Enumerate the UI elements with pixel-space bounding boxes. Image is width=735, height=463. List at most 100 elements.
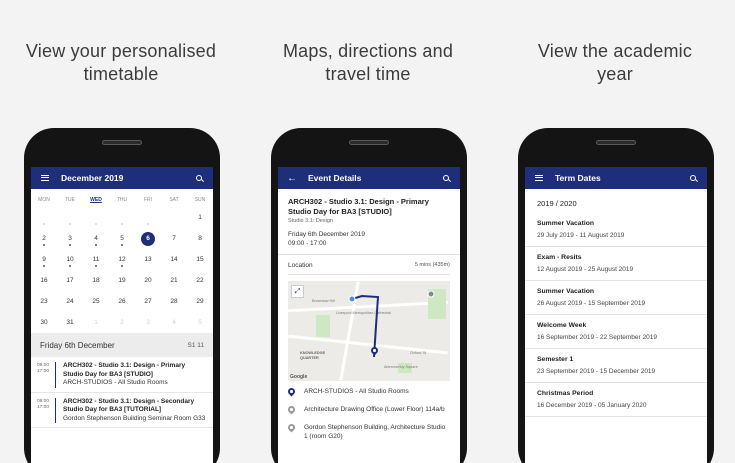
academic-year: 2019 / 2020 xyxy=(537,199,577,208)
calendar-day[interactable]: 22 xyxy=(187,270,213,291)
expand-map-icon[interactable]: ⤢ xyxy=(291,285,304,298)
weekday-label: SAT xyxy=(169,197,179,203)
calendar-day[interactable]: 8 xyxy=(187,228,213,249)
calendar-day[interactable]: 3 xyxy=(57,228,83,249)
calendar-day[interactable]: 23 xyxy=(31,291,57,312)
term-item[interactable]: Welcome Week 16 September 2019 - 22 Sept… xyxy=(525,315,707,349)
weekday-label: THU xyxy=(116,197,128,203)
location-label: Location xyxy=(288,262,313,269)
calendar-day-empty xyxy=(31,207,57,228)
event-times: 09:00 17:00 xyxy=(37,398,55,424)
weekday-label: MON xyxy=(38,197,50,203)
calendar-day[interactable]: 13 xyxy=(135,249,161,270)
calendar-day[interactable]: 30 xyxy=(31,312,57,333)
calendar-day[interactable]: 10 xyxy=(57,249,83,270)
week-label: S1 11 xyxy=(187,341,204,349)
location-row: Location 5 mins (435m) xyxy=(278,255,460,269)
calendar-day[interactable]: 29 xyxy=(187,291,213,312)
calendar-day[interactable]: 9 xyxy=(31,249,57,270)
event-item[interactable]: 09:00 17:00 ARCH302 - Studio 3.1: Design… xyxy=(31,357,213,393)
calendar-day[interactable]: 21 xyxy=(161,270,187,291)
calendar-day[interactable]: 26 xyxy=(109,291,135,312)
phone-speaker xyxy=(596,140,636,145)
location-name: ARCH-STUDIOS - All Studio Rooms xyxy=(304,388,409,395)
calendar-day[interactable]: 11 xyxy=(83,249,109,270)
term-name: Summer Vacation xyxy=(537,288,595,295)
calendar-day[interactable]: 5 xyxy=(109,228,135,249)
month-title[interactable]: December 2019 xyxy=(61,173,193,183)
route-map[interactable]: Brownlow Hill Liverpool Metropolitan Cat… xyxy=(288,281,450,381)
location-item[interactable]: Gordon Stephenson Building, Architecture… xyxy=(278,417,460,443)
calendar-day[interactable]: 25 xyxy=(83,291,109,312)
weekday-label: SUN xyxy=(194,197,206,203)
back-arrow-icon[interactable]: ← xyxy=(286,173,298,184)
term-name: Semester 1 xyxy=(537,356,574,363)
location-pin-icon xyxy=(288,388,295,397)
menu-icon[interactable] xyxy=(533,175,545,181)
screen-title: Event Details xyxy=(308,173,362,183)
weekday-label: TUE xyxy=(65,197,75,203)
event-body: ARCH302 - Studio 3.1: Design - Primary S… xyxy=(55,362,207,388)
calendar-day[interactable]: 16 xyxy=(31,270,57,291)
calendar-day[interactable]: 28 xyxy=(161,291,187,312)
search-icon[interactable] xyxy=(440,175,452,181)
location-name: Architecture Drawing Office (Lower Floor… xyxy=(304,406,445,413)
event-times: 09:00 17:00 xyxy=(37,362,55,388)
calendar-day[interactable]: 2 xyxy=(31,228,57,249)
event-summary: ARCH302 - Studio 3.1: Design - Primary S… xyxy=(278,189,460,255)
calendar-day[interactable]: 19 xyxy=(109,270,135,291)
calendar-day-empty xyxy=(161,207,187,228)
term-name: Exam - Resits xyxy=(537,254,582,261)
phone-term-dates: Term Dates 2019 / 2020 Summer Vacation 2… xyxy=(518,128,714,463)
calendar-day[interactable]: 20 xyxy=(135,270,161,291)
term-range: 16 December 2019 - 05 January 2020 xyxy=(537,402,647,409)
calendar-day-next-month[interactable]: 1 xyxy=(83,312,109,333)
calendar-day[interactable]: 1 xyxy=(187,207,213,228)
divider xyxy=(288,274,450,275)
event-item[interactable]: 09:00 17:00 ARCH302 - Studio 3.1: Design… xyxy=(31,393,213,428)
location-pin-icon xyxy=(288,406,295,415)
day-header-date: Friday 6th December xyxy=(40,340,115,350)
event-details-screen: ← Event Details ARCH302 - Studio 3.1: De… xyxy=(278,167,460,463)
event-date: Friday 6th December 2019 xyxy=(288,231,365,238)
calendar-day-selected[interactable]: 6 xyxy=(135,228,161,249)
calendar-day[interactable]: 18 xyxy=(83,270,109,291)
phone-speaker xyxy=(102,140,142,145)
screen-title: Term Dates xyxy=(555,173,601,183)
calendar-day[interactable]: 14 xyxy=(161,249,187,270)
caption-line: travel time xyxy=(325,64,411,84)
menu-icon[interactable] xyxy=(39,175,51,181)
term-item[interactable]: Semester 1 23 September 2019 - 15 Decemb… xyxy=(525,349,707,383)
calendar-day-next-month[interactable]: 2 xyxy=(109,312,135,333)
term-item[interactable]: Exam - Resits 12 August 2019 - 25 August… xyxy=(525,247,707,281)
calendar-day[interactable]: 7 xyxy=(161,228,187,249)
calendar-day[interactable]: 27 xyxy=(135,291,161,312)
calendar-day-next-month[interactable]: 5 xyxy=(187,312,213,333)
search-icon[interactable] xyxy=(687,175,699,181)
location-item[interactable]: Architecture Drawing Office (Lower Floor… xyxy=(278,399,460,417)
location-pin-icon xyxy=(288,424,295,433)
calendar-day-next-month[interactable]: 3 xyxy=(135,312,161,333)
calendar-day-empty xyxy=(83,207,109,228)
weekday-header: MON TUE WED THU FRI SAT SUN xyxy=(31,189,213,207)
caption-maps: Maps, directions and travel time xyxy=(253,40,483,86)
location-name: Gordon Stephenson Building, Architecture… xyxy=(304,424,446,440)
calendar-day[interactable]: 4 xyxy=(83,228,109,249)
term-name: Summer Vacation xyxy=(537,220,595,227)
calendar-day[interactable]: 17 xyxy=(57,270,83,291)
search-icon[interactable] xyxy=(193,175,205,181)
term-item[interactable]: Summer Vacation 26 August 2019 - 15 Sept… xyxy=(525,281,707,315)
calendar-day[interactable]: 31 xyxy=(57,312,83,333)
calendar-day[interactable]: 24 xyxy=(57,291,83,312)
calendar-day[interactable]: 12 xyxy=(109,249,135,270)
route-line xyxy=(348,290,435,358)
selected-day-number: 6 xyxy=(141,231,155,246)
location-item[interactable]: ARCH-STUDIOS - All Studio Rooms xyxy=(278,381,460,399)
calendar-day[interactable]: 15 xyxy=(187,249,213,270)
calendar-day-next-month[interactable]: 4 xyxy=(161,312,187,333)
term-item[interactable]: Christmas Period 16 December 2019 - 05 J… xyxy=(525,383,707,417)
term-item[interactable]: Summer Vacation 29 July 2019 - 11 August… xyxy=(525,213,707,247)
event-end-time: 17:00 xyxy=(37,404,50,410)
caption-line: View the academic xyxy=(537,41,693,61)
caption-line: year xyxy=(597,64,633,84)
